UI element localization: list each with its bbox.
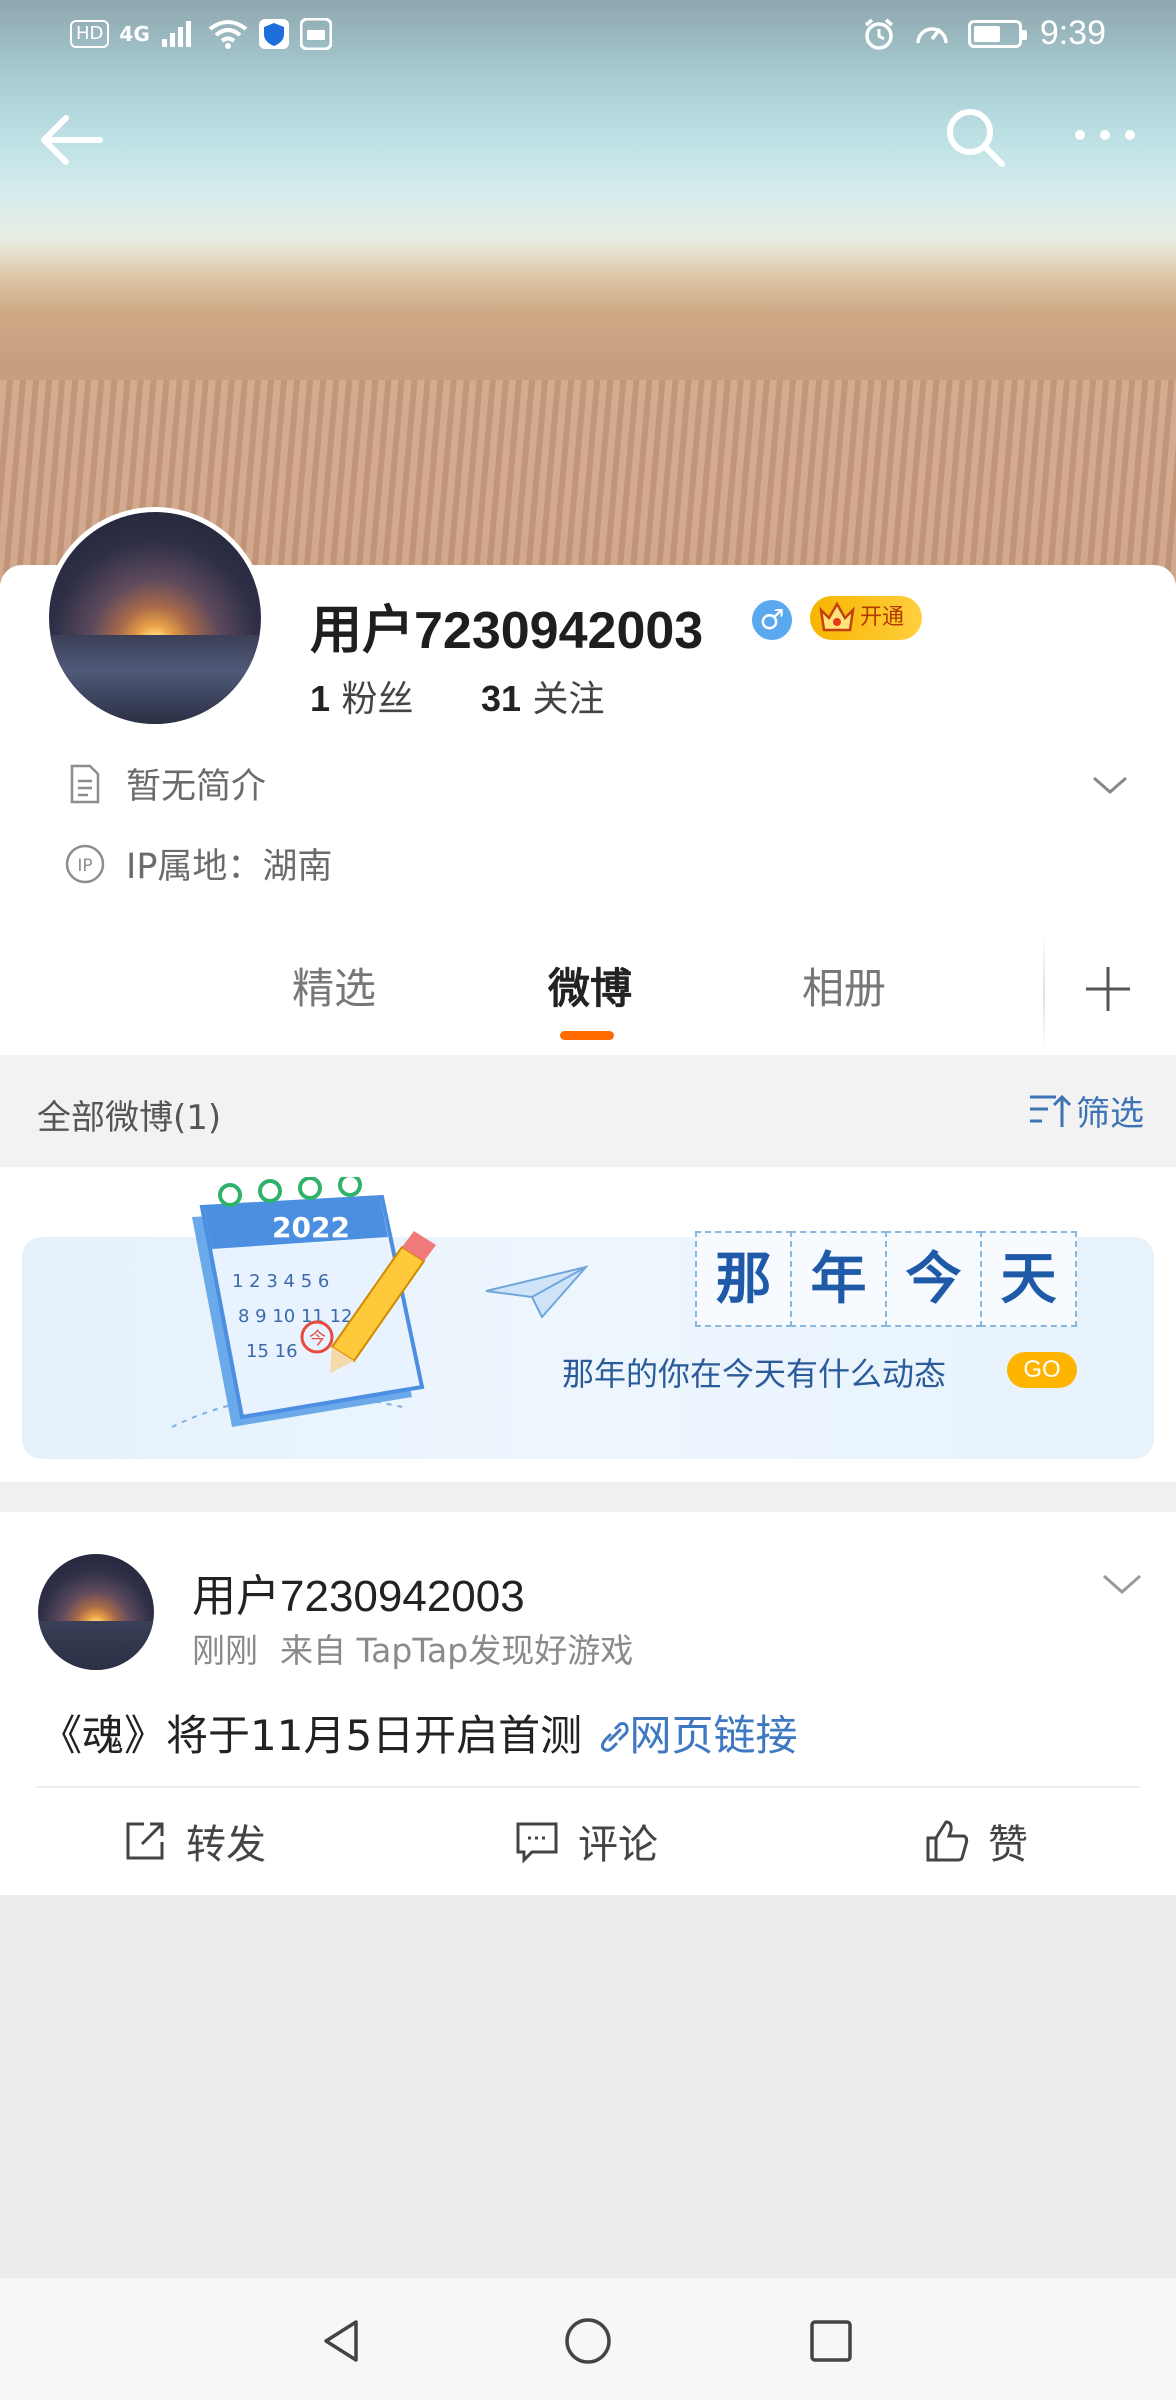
svg-text:IP: IP bbox=[77, 856, 92, 876]
svg-text:1 2 3 4 5 6: 1 2 3 4 5 6 bbox=[232, 1271, 329, 1292]
post-filter-bar: 全部微博(1) 筛选 bbox=[0, 1055, 1176, 1167]
web-link[interactable]: 网页链接 bbox=[596, 1711, 798, 1760]
svg-text:8 9 10 11 12: 8 9 10 11 12 bbox=[238, 1306, 353, 1327]
weibo-post[interactable]: 用户7230942003 刚刚 来自 TapTap发现好游戏 《魂》将于11月5日… bbox=[0, 1512, 1176, 1895]
shield-icon bbox=[258, 19, 289, 49]
fans-stat[interactable]: 1 粉丝 bbox=[310, 670, 414, 722]
post-divider bbox=[36, 1786, 1140, 1788]
post-source: 来自 TapTap发现好游戏 bbox=[280, 1631, 634, 1670]
paper-plane-icon bbox=[485, 1265, 589, 1319]
tab-featured[interactable]: 精选 bbox=[292, 955, 376, 1016]
profile-username: 用户7230942003 bbox=[310, 602, 704, 660]
filter-label: 筛选 bbox=[1076, 1094, 1144, 1134]
ip-location-text: IP属地：湖南 bbox=[126, 847, 333, 887]
like-button[interactable]: 赞 bbox=[924, 1812, 1028, 1870]
huawei-app-icon bbox=[299, 18, 332, 50]
tab-weibo[interactable]: 微博 bbox=[548, 955, 632, 1016]
calendar-marked-day: 今 bbox=[309, 1329, 326, 1349]
that-year-today-subtitle: 那年的你在今天有什么动态 bbox=[562, 1355, 947, 1393]
fans-count: 1 bbox=[310, 678, 331, 719]
title-char-1: 那 bbox=[695, 1231, 792, 1327]
post-body-text: 《魂》将于11月5日开启首测 bbox=[40, 1711, 596, 1760]
bio-text: 暂无简介 bbox=[126, 767, 267, 807]
speed-icon bbox=[916, 26, 948, 43]
post-time: 刚刚 bbox=[192, 1631, 258, 1670]
system-navigation-bar bbox=[0, 2278, 1176, 2400]
repost-icon bbox=[126, 1822, 164, 1860]
profile-avatar[interactable] bbox=[44, 507, 266, 729]
memory-banner-section: 2022 1 2 3 4 5 6 8 9 10 11 12 15 16 今 那 … bbox=[0, 1167, 1176, 1482]
title-char-4: 天 bbox=[980, 1231, 1077, 1327]
status-time: 9:39 bbox=[1039, 14, 1106, 52]
bio-row[interactable]: 暂无简介 bbox=[64, 758, 266, 809]
following-stat[interactable]: 31 关注 bbox=[481, 670, 605, 722]
more-options-icon[interactable] bbox=[1070, 115, 1140, 155]
add-tab-plus-icon[interactable] bbox=[1082, 963, 1134, 1015]
alarm-icon bbox=[864, 18, 893, 50]
title-char-2: 年 bbox=[790, 1231, 887, 1327]
fans-label: 粉丝 bbox=[341, 679, 414, 720]
post-author-name[interactable]: 用户7230942003 bbox=[192, 1560, 525, 1624]
ip-icon: IP bbox=[65, 844, 105, 883]
nav-recents-square-icon[interactable] bbox=[806, 2316, 856, 2366]
ip-location-row: IP IP属地：湖南 bbox=[64, 838, 332, 889]
hd-indicator: HD bbox=[70, 20, 110, 48]
like-label: 赞 bbox=[988, 1822, 1028, 1868]
battery-icon bbox=[967, 19, 1027, 48]
document-icon bbox=[70, 764, 100, 803]
nav-back-triangle-icon[interactable] bbox=[316, 2316, 366, 2366]
tab-divider bbox=[1043, 935, 1045, 1055]
title-char-3: 今 bbox=[885, 1231, 982, 1327]
following-count: 31 bbox=[480, 678, 521, 719]
calendar-illustration-icon: 2022 1 2 3 4 5 6 8 9 10 11 12 15 16 今 bbox=[171, 1177, 436, 1428]
status-bar: HD 4G 9:39 bbox=[0, 0, 1176, 72]
thumbs-up-icon bbox=[926, 1820, 969, 1862]
comment-button[interactable]: 评论 bbox=[514, 1812, 658, 1870]
comment-label: 评论 bbox=[578, 1822, 658, 1868]
active-tab-indicator bbox=[560, 1031, 614, 1040]
comment-icon bbox=[516, 1822, 558, 1864]
repost-label: 转发 bbox=[186, 1822, 266, 1868]
post-author-avatar[interactable] bbox=[38, 1554, 154, 1670]
filter-button[interactable]: 筛选 bbox=[1028, 1086, 1144, 1135]
post-options-chevron-icon[interactable] bbox=[1100, 1570, 1144, 1600]
signal-icon bbox=[161, 21, 191, 47]
search-icon[interactable] bbox=[942, 104, 1008, 170]
vip-open-badge[interactable]: 开通 bbox=[810, 596, 922, 640]
tab-album[interactable]: 相册 bbox=[802, 955, 886, 1016]
network-type: 4G bbox=[119, 22, 150, 46]
post-content: 《魂》将于11月5日开启首测 网页链接 bbox=[40, 1702, 798, 1763]
that-year-today-title: 那 年 今 天 bbox=[695, 1231, 1077, 1327]
nav-home-circle-icon[interactable] bbox=[563, 2316, 613, 2366]
filter-icon bbox=[1030, 1094, 1072, 1127]
profile-tabs: 精选 微博 相册 bbox=[0, 935, 1176, 1055]
crown-icon bbox=[819, 601, 855, 632]
go-button[interactable]: GO bbox=[1007, 1352, 1077, 1388]
web-link-label: 网页链接 bbox=[629, 1711, 798, 1760]
back-arrow-icon[interactable] bbox=[36, 110, 106, 170]
wifi-icon bbox=[208, 20, 247, 49]
calendar-year: 2022 bbox=[272, 1211, 350, 1244]
section-separator bbox=[0, 1482, 1176, 1512]
following-label: 关注 bbox=[532, 679, 605, 720]
vip-open-label: 开通 bbox=[860, 605, 905, 630]
link-icon bbox=[600, 1722, 629, 1752]
expand-bio-chevron-icon[interactable] bbox=[1090, 770, 1130, 800]
that-year-today-banner[interactable]: 2022 1 2 3 4 5 6 8 9 10 11 12 15 16 今 那 … bbox=[22, 1177, 1154, 1459]
gender-male-icon: ♂ bbox=[752, 600, 792, 640]
svg-text:15 16: 15 16 bbox=[246, 1341, 298, 1362]
post-meta: 刚刚 来自 TapTap发现好游戏 bbox=[192, 1624, 633, 1672]
all-posts-count: 全部微博(1) bbox=[37, 1098, 222, 1138]
repost-button[interactable]: 转发 bbox=[122, 1812, 266, 1870]
